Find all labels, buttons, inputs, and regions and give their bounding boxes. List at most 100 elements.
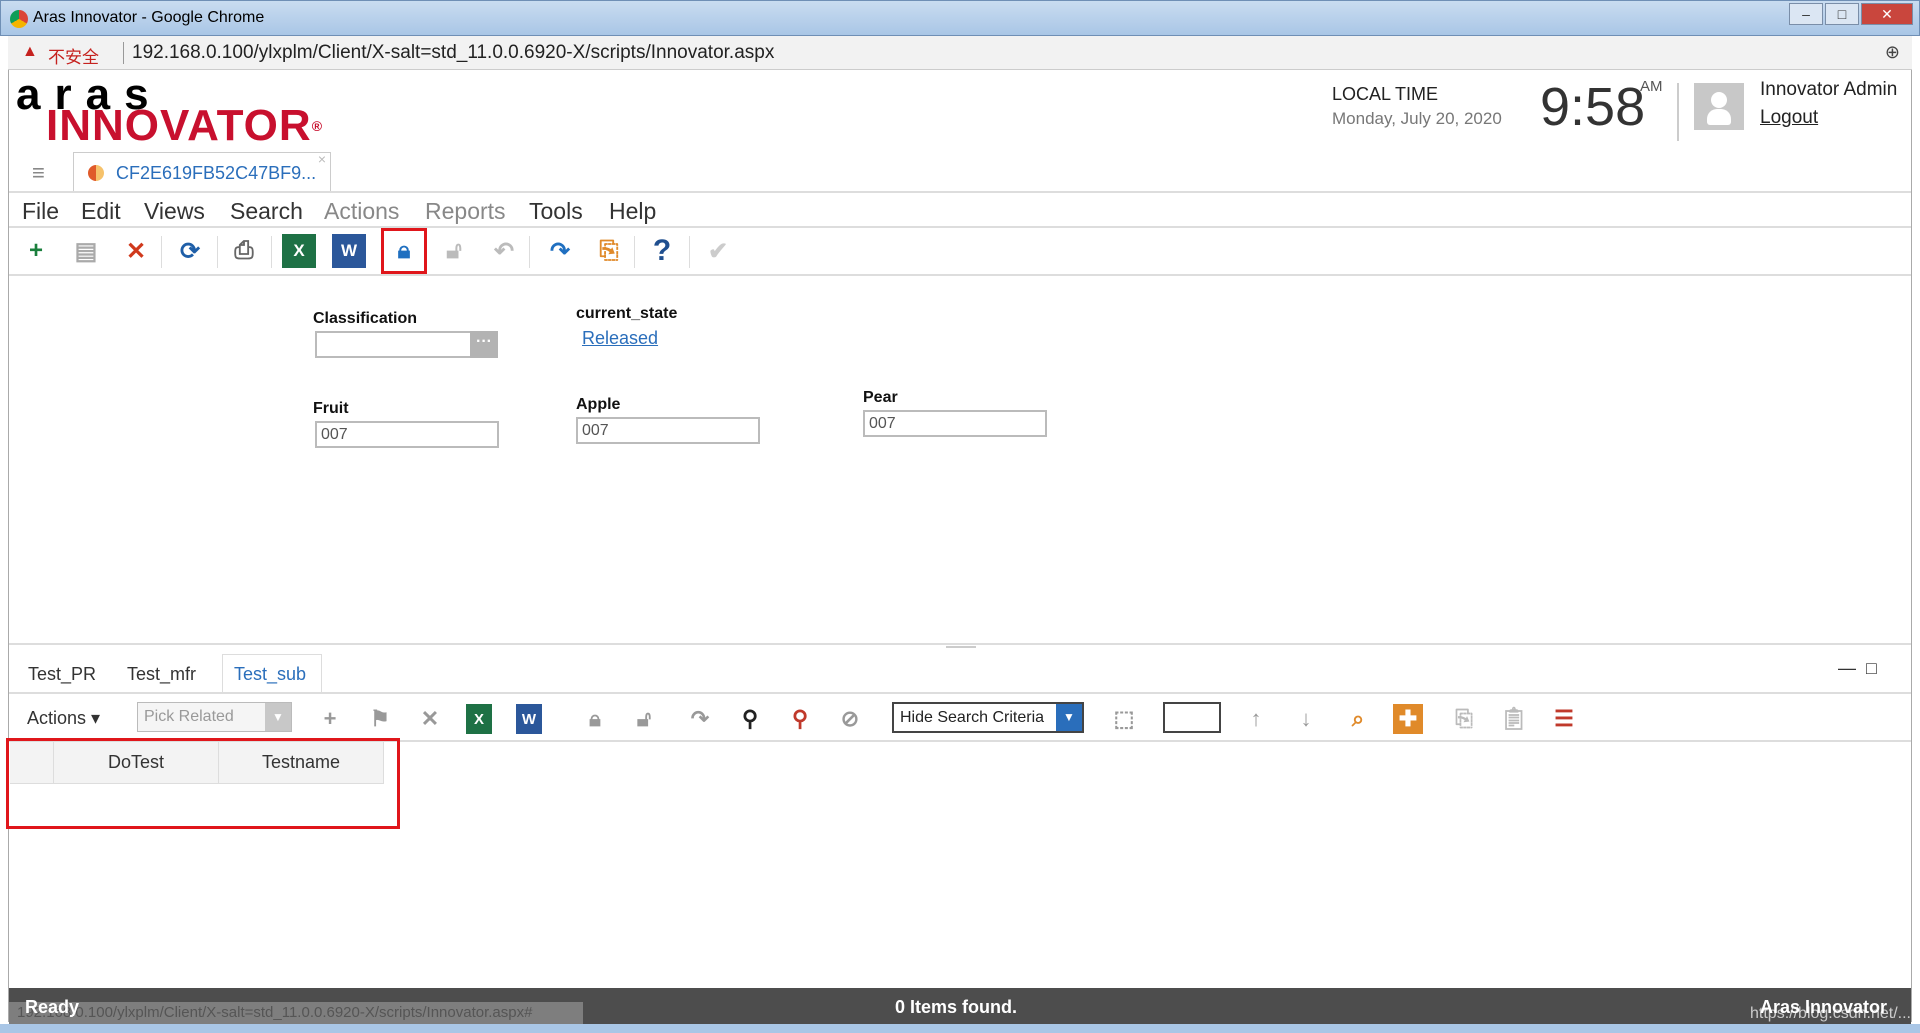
logo-reg: ®: [311, 118, 324, 134]
menu-reports[interactable]: Reports: [425, 198, 506, 225]
new-version-icon[interactable]: ⎘: [592, 234, 626, 268]
help-icon[interactable]: ?: [645, 234, 679, 268]
zoom-icon[interactable]: ⊕: [1885, 42, 1900, 63]
splitter-grip[interactable]: [946, 646, 976, 648]
sort-ascending-icon[interactable]: ↑: [1241, 704, 1271, 734]
tab-test-sub[interactable]: Test_sub: [234, 664, 306, 685]
done-check-icon[interactable]: ✔: [701, 234, 735, 268]
items-count: 0 Items found.: [895, 997, 1018, 1017]
paste-icon[interactable]: 📋︎: [1499, 704, 1529, 734]
close-tab-icon[interactable]: ×: [318, 151, 326, 167]
classification-label: Classification: [313, 310, 418, 327]
pick-related-select[interactable]: Pick Related ▼: [137, 702, 292, 732]
chevron-down-icon[interactable]: ▼: [1056, 704, 1082, 731]
lock-icon[interactable]: 🔒︎: [381, 228, 427, 274]
logout-link[interactable]: Logout: [1760, 107, 1818, 129]
menu-tools[interactable]: Tools: [529, 198, 583, 225]
classification-input[interactable]: [315, 331, 472, 358]
export-excel-icon[interactable]: X: [466, 704, 492, 734]
tab-test-mfr[interactable]: Test_mfr: [127, 664, 196, 685]
structure-icon[interactable]: ✚: [1393, 704, 1423, 734]
chevron-down-icon[interactable]: ▼: [265, 703, 291, 731]
status-brand: Aras Innovator: [1759, 997, 1887, 1017]
report-icon[interactable]: ☰: [1549, 704, 1579, 734]
document-tab-label[interactable]: CF2E619FB52C47BF9...: [116, 163, 316, 184]
clear-search-icon[interactable]: ⚲: [785, 704, 815, 734]
current-state-link[interactable]: Released: [582, 328, 658, 349]
export-excel-icon[interactable]: X: [282, 234, 316, 268]
fruit-input[interactable]: 007: [315, 421, 499, 448]
aras-innovator-logo: aras INNOVATOR®: [16, 73, 324, 148]
search-mode-value: Hide Search Criteria: [900, 709, 1045, 726]
promote-icon[interactable]: ↷: [685, 704, 715, 734]
run-search-icon[interactable]: ⚲: [735, 704, 765, 734]
menu-search[interactable]: Search: [230, 198, 303, 225]
divider: [529, 236, 530, 268]
divider: [1677, 83, 1679, 141]
export-word-icon[interactable]: W: [332, 234, 366, 268]
refresh-icon[interactable]: ⟳: [173, 234, 207, 268]
pear-input[interactable]: 007: [863, 410, 1047, 437]
menu-help[interactable]: Help: [609, 198, 656, 225]
divider: [634, 236, 635, 268]
current-state-label: current_state: [576, 305, 678, 322]
highlight-annotation: [6, 738, 400, 829]
print-icon[interactable]: ⎙: [227, 234, 261, 268]
apple-input[interactable]: 007: [576, 417, 760, 444]
tab-test-pr[interactable]: Test_PR: [28, 664, 96, 685]
save-icon[interactable]: ▤: [69, 234, 103, 268]
page-size-input[interactable]: [1163, 702, 1221, 733]
window-titlebar: Aras Innovator - Google Chrome – □ ✕: [0, 0, 1920, 36]
chrome-icon: [10, 10, 28, 28]
pane-splitter[interactable]: [9, 643, 1911, 645]
stop-search-icon[interactable]: ⊘: [835, 704, 865, 734]
divider: [217, 236, 218, 268]
unlock-icon[interactable]: 🔓︎: [629, 704, 659, 734]
close-window-button[interactable]: ✕: [1861, 3, 1913, 25]
menu-actions[interactable]: Actions: [324, 198, 399, 225]
delete-row-icon[interactable]: ✕: [415, 704, 445, 734]
export-word-icon[interactable]: W: [516, 704, 542, 734]
document-tab[interactable]: CF2E619FB52C47BF9... ×: [73, 151, 331, 192]
delete-icon[interactable]: ✕: [119, 234, 153, 268]
hover-url: 192.168.0.100/ylxplm/Client/X-salt=std_1…: [9, 1002, 583, 1024]
minimize-button[interactable]: –: [1789, 3, 1823, 25]
select-all-icon[interactable]: ⬚: [1109, 704, 1139, 734]
hamburger-menu-icon[interactable]: ≡: [32, 160, 45, 186]
menu-bar: File Edit Views Search Actions Reports T…: [9, 191, 1911, 228]
pane-window-controls[interactable]: — □: [1838, 658, 1877, 679]
undo-icon[interactable]: ↶: [487, 234, 521, 268]
new-item-icon[interactable]: +: [19, 234, 53, 268]
pick-replace-icon[interactable]: ⚑: [365, 704, 395, 734]
url-text[interactable]: 192.168.0.100/ylxplm/Client/X-salt=std_1…: [132, 42, 774, 64]
actions-dropdown[interactable]: Actions ▾: [27, 708, 100, 729]
clock-ampm: AM: [1640, 78, 1663, 95]
logo-innovator: INNOVATOR®: [46, 104, 324, 148]
sort-descending-icon[interactable]: ↓: [1291, 704, 1321, 734]
find-icon[interactable]: ⌕: [1343, 704, 1373, 734]
divider: [689, 236, 690, 268]
status-bar: 192.168.0.100/ylxplm/Client/X-salt=std_1…: [9, 988, 1911, 1024]
divider: [123, 42, 124, 64]
menu-edit[interactable]: Edit: [81, 198, 121, 225]
lock-icon[interactable]: 🔒︎: [580, 704, 610, 734]
user-name: Innovator Admin: [1760, 79, 1898, 100]
search-mode-select[interactable]: Hide Search Criteria ▼: [892, 702, 1084, 733]
menu-file[interactable]: File: [22, 198, 59, 225]
window-title: Aras Innovator - Google Chrome: [33, 9, 265, 26]
classification-picker-button[interactable]: ···: [470, 331, 498, 358]
security-status[interactable]: 不安全: [48, 43, 99, 68]
status-ready: Ready: [25, 997, 80, 1017]
maximize-button[interactable]: □: [1825, 3, 1859, 25]
address-bar[interactable]: ▲ 不安全 192.168.0.100/ylxplm/Client/X-salt…: [8, 36, 1912, 70]
main-toolbar: + ▤ ✕ ⟳ ⎙ X W 🔒︎ 🔓︎ ↶ ↷ ⎘ ? ✔: [9, 228, 1911, 276]
copy-icon[interactable]: ⎘: [1449, 704, 1479, 734]
divider: [161, 236, 162, 268]
add-row-icon[interactable]: +: [315, 704, 345, 734]
unlock-icon[interactable]: 🔓︎: [437, 234, 471, 268]
promote-icon[interactable]: ↷: [543, 234, 577, 268]
user-avatar-icon[interactable]: [1694, 83, 1744, 130]
divider: [271, 236, 272, 268]
window-bottom-border: [0, 1024, 1920, 1033]
menu-views[interactable]: Views: [144, 198, 205, 225]
